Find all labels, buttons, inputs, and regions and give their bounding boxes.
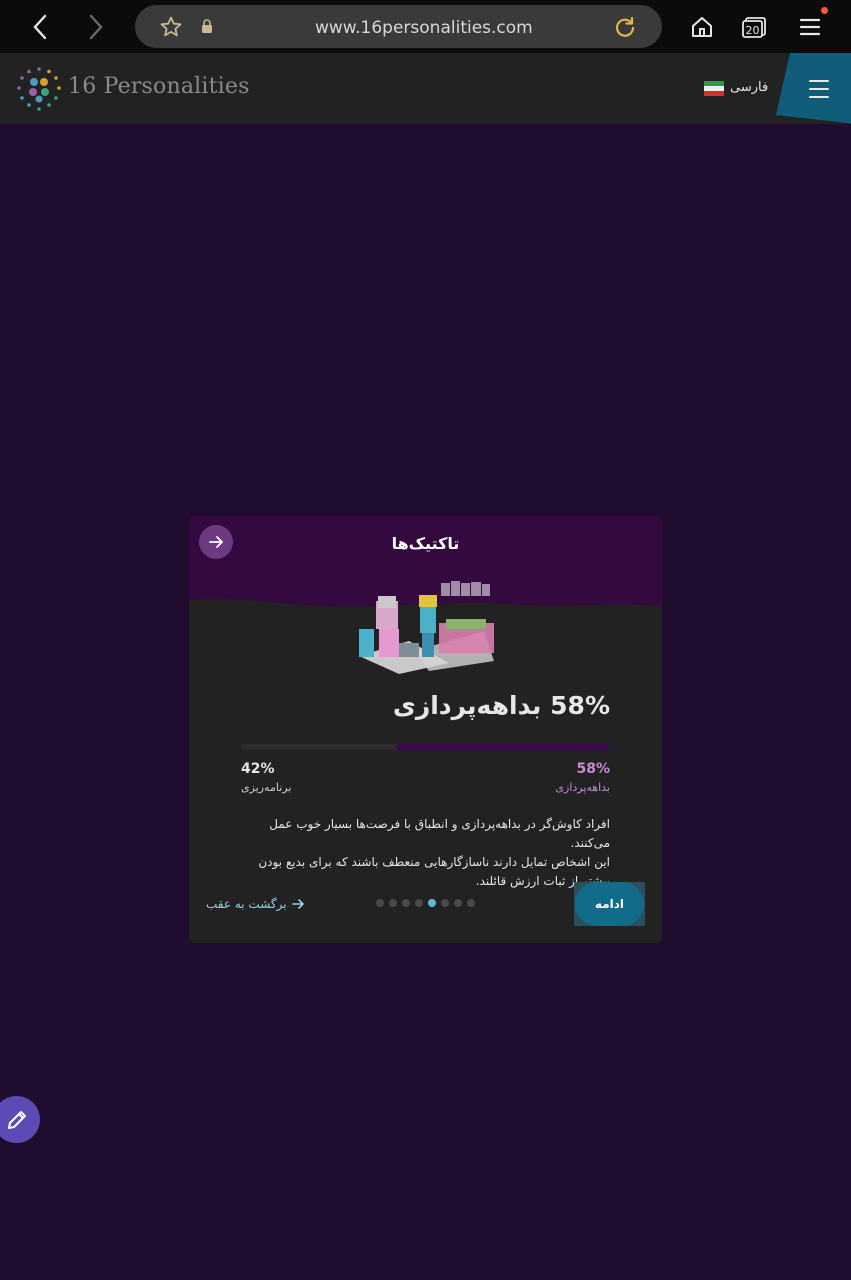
pagination-dot[interactable] [389,899,397,907]
iran-flag-icon [704,81,724,96]
pencil-icon [7,1110,26,1129]
logo-icon[interactable] [16,66,62,112]
tabs-button[interactable]: 20 [741,13,769,41]
forward-nav-button[interactable] [82,13,110,41]
chevron-right-icon [89,14,103,40]
pagination-dot[interactable] [376,899,384,907]
lock-icon [202,19,212,33]
tab-count: 20 [746,24,760,37]
continue-button[interactable]: ادامه [575,882,644,926]
description-line: افراد کاوش‌گر در بداهه‌پردازی و انطباق ب… [269,817,610,850]
notification-dot [821,7,828,14]
pagination-dot[interactable] [441,899,449,907]
description-line: این اشخاص تمایل دارند ناسازگارهایی منعطف… [258,855,610,869]
feedback-button[interactable] [0,1096,40,1143]
description-line: بیشتر از ثبات ارزش قائلند. [475,874,610,888]
back-link[interactable]: برگشت به عقب [206,896,305,912]
left-trait-label: برنامه‌ریزی [241,781,292,794]
pagination-dot[interactable] [454,899,462,907]
back-link-label: برگشت به عقب [206,897,287,911]
trait-progress-fill [395,744,610,750]
reload-icon[interactable] [613,15,637,39]
card-title: تاکتیک‌ها [391,534,460,553]
url-text: www.16personalities.com [315,18,533,38]
pagination-dot[interactable] [428,899,436,907]
address-bar[interactable]: www.16personalities.com [135,5,662,48]
back-nav-button[interactable] [26,13,54,41]
site-header: 16 Personalities فارسی [0,53,851,124]
left-trait-percent: 42% [241,761,275,777]
hamburger-icon [799,18,821,36]
pagination-dots [376,899,475,907]
language-selector[interactable]: فارسی [730,80,768,95]
trait-headline: 58% بداهه‌پردازی [392,691,610,720]
site-menu-button[interactable] [776,53,851,124]
continue-button-frame: ادامه [574,882,645,926]
trait-progress-bar [241,744,610,750]
browser-menu-button[interactable] [796,13,824,41]
menu-tab-shape [776,53,851,124]
browser-toolbar: www.16personalities.com 20 [0,0,851,53]
home-button[interactable] [688,13,716,41]
right-trait-percent: 58% [576,761,610,777]
result-card: تاکتیک‌ها 58% بداهه‌پردازی 58% بداهه‌پرد… [189,516,662,943]
trait-description: افراد کاوش‌گر در بداهه‌پردازی و انطباق ب… [229,815,610,891]
pagination-dot[interactable] [415,899,423,907]
arrow-right-icon [291,899,304,909]
pagination-dot[interactable] [467,899,475,907]
site-logo-text[interactable]: 16 Personalities [68,74,250,99]
tabs-icon: 20 [742,17,766,38]
star-icon[interactable] [159,15,183,39]
home-icon [692,17,712,37]
chevron-left-icon [33,14,47,40]
explorer-illustration [359,581,494,674]
pagination-dot[interactable] [402,899,410,907]
right-trait-label: بداهه‌پردازی [555,781,610,794]
